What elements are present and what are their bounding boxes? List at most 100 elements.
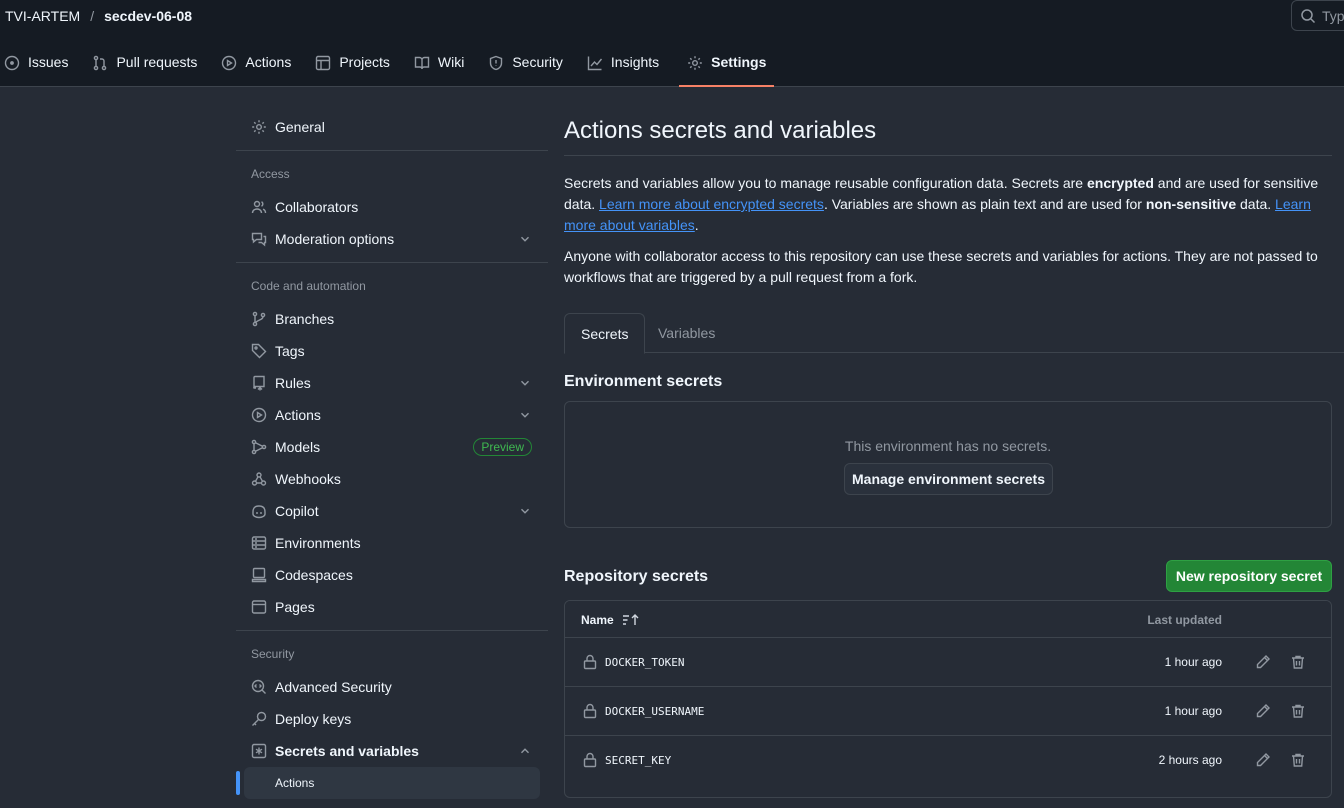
secret-name-text: SECRET_KEY (605, 753, 672, 767)
pencil-icon[interactable] (1255, 654, 1271, 670)
secrets-tabs: Secrets Variables (564, 313, 1344, 354)
sidebar-item-models[interactable]: Models Preview (236, 431, 540, 463)
tab-insights[interactable]: Insights (583, 48, 669, 87)
trash-icon[interactable] (1290, 703, 1306, 719)
chevron-down-icon[interactable] (518, 408, 532, 422)
trash-icon[interactable] (1290, 752, 1306, 768)
chevron-down-icon[interactable] (518, 504, 532, 518)
chevron-down-icon[interactable] (518, 232, 532, 246)
sidebar-item-general[interactable]: General (236, 111, 540, 143)
tab-variables[interactable]: Variables (642, 313, 731, 353)
secret-updated: 1 hour ago (1164, 704, 1222, 718)
sidebar-item-pages[interactable]: Pages (236, 591, 540, 623)
pencil-icon[interactable] (1255, 703, 1271, 719)
sidebar-item-tags[interactable]: Tags (236, 335, 540, 367)
issue-icon (4, 54, 20, 71)
search-input[interactable]: Typ (1291, 0, 1344, 31)
tab-actions[interactable]: Actions (217, 48, 301, 87)
shield-icon (488, 54, 504, 71)
sidebar-item-advanced-security[interactable]: Advanced Security (236, 671, 540, 703)
secret-name: DOCKER_USERNAME (583, 703, 704, 719)
graph-icon (587, 54, 603, 71)
sidebar-item-codespaces[interactable]: Codespaces (236, 559, 540, 591)
secret-name-text: DOCKER_TOKEN (605, 655, 685, 669)
tab-label: Settings (711, 54, 767, 70)
sidebar-item-label: Collaborators (275, 199, 359, 215)
sidebar-item-deploy-keys[interactable]: Deploy keys (236, 703, 540, 735)
browser-icon (251, 599, 267, 615)
empty-state-text: This environment has no secrets. (844, 438, 1052, 454)
tab-issues[interactable]: Issues (0, 48, 78, 87)
sidebar-item-moderation[interactable]: Moderation options (236, 223, 540, 255)
tab-settings[interactable]: Settings (679, 48, 775, 87)
environment-secrets-heading: Environment secrets (564, 373, 723, 390)
environment-secrets-box: This environment has no secrets. Manage … (564, 401, 1332, 528)
secret-updated: 1 hour ago (1164, 655, 1222, 669)
tab-label: Insights (610, 54, 660, 70)
table-icon (315, 54, 331, 71)
copilot-icon (251, 503, 267, 519)
chevron-down-icon[interactable] (518, 376, 532, 390)
column-label: Name (581, 613, 614, 627)
sidebar-item-secrets-variables[interactable]: Secrets and variables (236, 735, 540, 767)
sidebar-group-access: Access (251, 167, 290, 181)
intro-text: . (694, 217, 699, 233)
repo-name-link[interactable]: secdev-06-08 (104, 8, 192, 24)
repo-nav: Issues Pull requests Actions Projects Wi… (0, 48, 775, 87)
sidebar-item-collaborators[interactable]: Collaborators (236, 191, 540, 223)
codespaces-icon (251, 567, 267, 583)
sidebar-divider (236, 630, 548, 631)
breadcrumb: TVI-ARTEM / secdev-06-08 (5, 6, 192, 26)
manage-environment-secrets-button[interactable]: Manage environment secrets (844, 463, 1053, 495)
sidebar-item-copilot[interactable]: Copilot (236, 495, 540, 527)
secret-name: DOCKER_TOKEN (583, 654, 684, 670)
sidebar-item-label: Secrets and variables (275, 743, 419, 759)
intro-text: data. (1236, 196, 1276, 212)
sidebar-item-label: Advanced Security (275, 679, 392, 695)
new-repository-secret-button[interactable]: New repository secret (1166, 560, 1332, 592)
comment-discussion-icon (251, 231, 267, 247)
tag-icon (251, 343, 267, 359)
gear-icon (251, 119, 267, 135)
intro-text: . Variables are shown as plain text and … (823, 196, 1146, 212)
sort-ascending-icon[interactable] (622, 613, 640, 627)
column-name[interactable]: Name (581, 613, 640, 627)
tab-label: Wiki (437, 54, 465, 70)
repo-push-icon (251, 375, 267, 391)
breadcrumb-separator: / (90, 8, 95, 24)
tab-label: Security (512, 54, 563, 70)
sidebar-item-environments[interactable]: Environments (236, 527, 540, 559)
sidebar-group-security: Security (251, 647, 295, 661)
sidebar-item-rules[interactable]: Rules (236, 367, 540, 399)
repo-owner-link[interactable]: TVI-ARTEM (5, 8, 80, 24)
sidebar-item-label: Webhooks (275, 471, 341, 487)
tab-wiki[interactable]: Wiki (410, 48, 474, 87)
pencil-icon[interactable] (1255, 752, 1271, 768)
trash-icon[interactable] (1290, 654, 1306, 670)
tab-security[interactable]: Security (484, 48, 573, 87)
webhook-icon (251, 471, 267, 487)
intro-text: Secrets and variables allow you to manag… (564, 175, 1087, 191)
sidebar-subitem-actions[interactable]: Actions (244, 767, 540, 799)
chevron-up-icon[interactable] (518, 744, 532, 758)
intro-emphasis: encrypted (1086, 175, 1154, 191)
lock-icon (583, 654, 597, 670)
tab-projects[interactable]: Projects (311, 48, 400, 87)
learn-more-secrets-link[interactable]: Learn more about encrypted secrets (599, 196, 824, 212)
tab-secrets[interactable]: Secrets (564, 313, 646, 354)
sidebar-divider (236, 262, 548, 263)
intro-paragraph: Secrets and variables allow you to manag… (564, 173, 1332, 236)
search-icon (1300, 8, 1316, 24)
intro-emphasis: non-sensitive (1145, 196, 1237, 212)
secret-updated: 2 hours ago (1158, 753, 1222, 767)
sidebar-item-webhooks[interactable]: Webhooks (236, 463, 540, 495)
tab-pull-requests[interactable]: Pull requests (88, 48, 207, 87)
sidebar-item-branches[interactable]: Branches (236, 303, 540, 335)
server-icon (251, 535, 267, 551)
sidebar-item-label: General (275, 119, 325, 135)
pull-request-icon (92, 54, 108, 71)
gear-icon (687, 54, 703, 71)
sidebar-item-label: Codespaces (275, 567, 353, 583)
sidebar-item-actions[interactable]: Actions (236, 399, 540, 431)
column-last-updated: Last updated (1147, 613, 1222, 627)
